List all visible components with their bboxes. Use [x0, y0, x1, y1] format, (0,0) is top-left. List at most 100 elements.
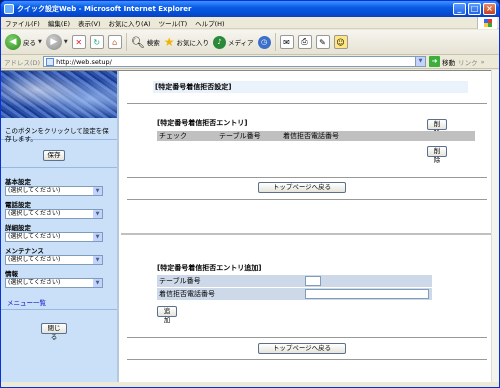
windows-logo-icon: [477, 17, 497, 29]
chevron-down-icon: ▼: [93, 210, 102, 218]
chevron-down-icon: ▼: [93, 256, 102, 264]
maintenance-select[interactable]: (選択してください) ▼: [5, 255, 103, 265]
select-value: (選択してください): [8, 210, 61, 217]
save-button[interactable]: 保存: [43, 150, 65, 161]
minimize-button[interactable]: _: [453, 3, 466, 15]
back-dropdown-icon[interactable]: ▼: [38, 39, 42, 45]
table-number-cell: [303, 275, 432, 287]
browser-window: クイック設定Web - Microsoft Internet Explorer …: [0, 0, 500, 388]
menu-group-info: 情報 (選択してください) ▼: [5, 271, 115, 288]
back-label: 戻る: [23, 39, 36, 47]
menu-file[interactable]: ファイル(F): [5, 18, 40, 28]
maximize-button[interactable]: □: [468, 3, 481, 15]
links-chevron-icon[interactable]: »: [481, 58, 485, 66]
column-header: テーブル番号: [219, 132, 261, 140]
entry-section-title: [特定番号着信拒否エントリ]: [157, 119, 248, 127]
stop-icon[interactable]: ✕: [71, 35, 86, 49]
table-number-input[interactable]: [305, 276, 321, 286]
phone-settings-select[interactable]: (選択してください) ▼: [5, 209, 103, 219]
search-label: 検索: [146, 39, 160, 47]
back-button[interactable]: ◀ 戻る ▼: [5, 34, 42, 50]
close-button[interactable]: 閉じる: [41, 323, 67, 341]
address-url: http://web.setup/: [56, 57, 112, 66]
media-label: メディア: [227, 39, 254, 47]
forward-button[interactable]: ▶ ▼: [45, 34, 68, 50]
toolbar: ◀ 戻る ▼ ▶ ▼ ✕ ↻ ⌂ 🔍︎ 検索 ★ お気に入り ♪ メディア ◷ …: [1, 30, 499, 55]
edit-icon[interactable]: ✎: [315, 35, 330, 49]
divider: [127, 359, 487, 360]
info-select[interactable]: (選択してください) ▼: [5, 278, 103, 288]
status-bar: [1, 382, 499, 387]
favorites-button[interactable]: ★ お気に入り: [164, 35, 209, 49]
divider: [127, 337, 487, 338]
close-window-button[interactable]: ×: [483, 3, 496, 15]
title-bar: クイック設定Web - Microsoft Internet Explorer …: [1, 1, 499, 17]
chevron-down-icon: ▼: [93, 187, 102, 195]
lower-frame: [特定番号着信拒否エントリ追加] テーブル番号 着信拒否電話番号 追加 トップペ…: [121, 233, 491, 383]
left-divider: [1, 309, 117, 310]
media-icon: ♪: [212, 35, 226, 49]
add-section-title: [特定番号着信拒否エントリ追加]: [157, 264, 262, 272]
menu-favorites[interactable]: お気に入り(A): [109, 18, 151, 28]
select-value: (選択してください): [8, 187, 61, 194]
address-dropdown-icon[interactable]: ▼: [415, 57, 426, 66]
vertical-scrollbar[interactable]: [491, 70, 499, 382]
delete-button-bottom[interactable]: 削除: [427, 146, 447, 164]
left-divider: [1, 167, 117, 168]
forward-arrow-icon: ▶: [45, 34, 62, 50]
phone-number-cell: [303, 288, 432, 300]
menu-group-advanced: 詳細設定 (選択してください) ▼: [5, 225, 115, 242]
upper-frame: [特定番号着信拒否設定] [特定番号着信拒否エントリ] 削除 チェック テーブル…: [121, 71, 491, 231]
divider: [127, 103, 487, 104]
chevron-down-icon: ▼: [93, 279, 102, 287]
home-icon[interactable]: ⌂: [107, 35, 122, 49]
menu-group-maintenance: メンテナンス (選択してください) ▼: [5, 248, 115, 265]
back-arrow-icon: ◀: [5, 34, 21, 50]
print-icon[interactable]: ⎙: [297, 35, 312, 49]
mail-icon[interactable]: ✉: [279, 35, 294, 49]
links-button[interactable]: リンク: [458, 57, 478, 67]
refresh-icon[interactable]: ↻: [89, 35, 104, 49]
menu-view[interactable]: 表示(V): [78, 18, 101, 28]
left-frame: このボタンをクリックして設定を保存します。 保存 基本設定 (選択してください)…: [1, 71, 119, 383]
table-number-label: テーブル番号: [157, 275, 303, 287]
menu-group-label: 情報: [5, 270, 18, 278]
window-title: クイック設定Web - Microsoft Internet Explorer: [17, 5, 192, 13]
menu-list-link[interactable]: メニュー一覧: [7, 297, 46, 307]
page-icon: [46, 57, 55, 66]
menu-tools[interactable]: ツール(T): [159, 18, 188, 28]
page-title: [特定番号着信拒否設定]: [153, 81, 468, 93]
address-input[interactable]: http://web.setup/ ▼: [43, 56, 427, 67]
divider: [127, 199, 487, 200]
back-to-top-button[interactable]: トップページへ戻る: [258, 182, 346, 193]
menu-group-label: 電話設定: [5, 201, 31, 209]
history-icon[interactable]: ◷: [257, 35, 271, 49]
phone-number-input[interactable]: [305, 289, 429, 299]
page-content: このボタンをクリックして設定を保存します。 保存 基本設定 (選択してください)…: [1, 70, 491, 383]
search-button[interactable]: 🔍︎ 検索: [131, 36, 160, 49]
back-to-top-button-lower[interactable]: トップページへ戻る: [258, 343, 346, 354]
add-button[interactable]: 追加: [157, 306, 177, 324]
column-header: 着信拒否電話番号: [283, 132, 339, 140]
menu-group-basic: 基本設定 (選択してください) ▼: [5, 179, 115, 196]
media-button[interactable]: ♪ メディア: [212, 35, 254, 49]
table-number-row: テーブル番号: [157, 275, 432, 287]
menu-help[interactable]: ヘルプ(H): [195, 18, 224, 28]
menu-edit[interactable]: 編集(E): [48, 18, 70, 28]
favorites-label: お気に入り: [176, 39, 209, 47]
menu-group-label: メンテナンス: [5, 247, 44, 255]
delete-button[interactable]: 削除: [427, 119, 447, 137]
select-value: (選択してください): [8, 256, 61, 263]
menu-group-label: 詳細設定: [5, 224, 31, 232]
go-button[interactable]: ➜ 移動: [429, 56, 455, 67]
forward-dropdown-icon[interactable]: ▼: [64, 39, 68, 45]
chevron-down-icon: ▼: [93, 233, 102, 241]
basic-settings-select[interactable]: (選択してください) ▼: [5, 186, 103, 196]
star-icon: ★: [163, 35, 175, 49]
advanced-settings-select[interactable]: (選択してください) ▼: [5, 232, 103, 242]
go-arrow-icon: ➜: [429, 56, 441, 67]
toolbar-separator: [125, 33, 127, 51]
messenger-icon[interactable]: ☺: [333, 35, 348, 49]
search-icon: 🔍︎: [130, 35, 145, 49]
divider: [127, 177, 487, 178]
